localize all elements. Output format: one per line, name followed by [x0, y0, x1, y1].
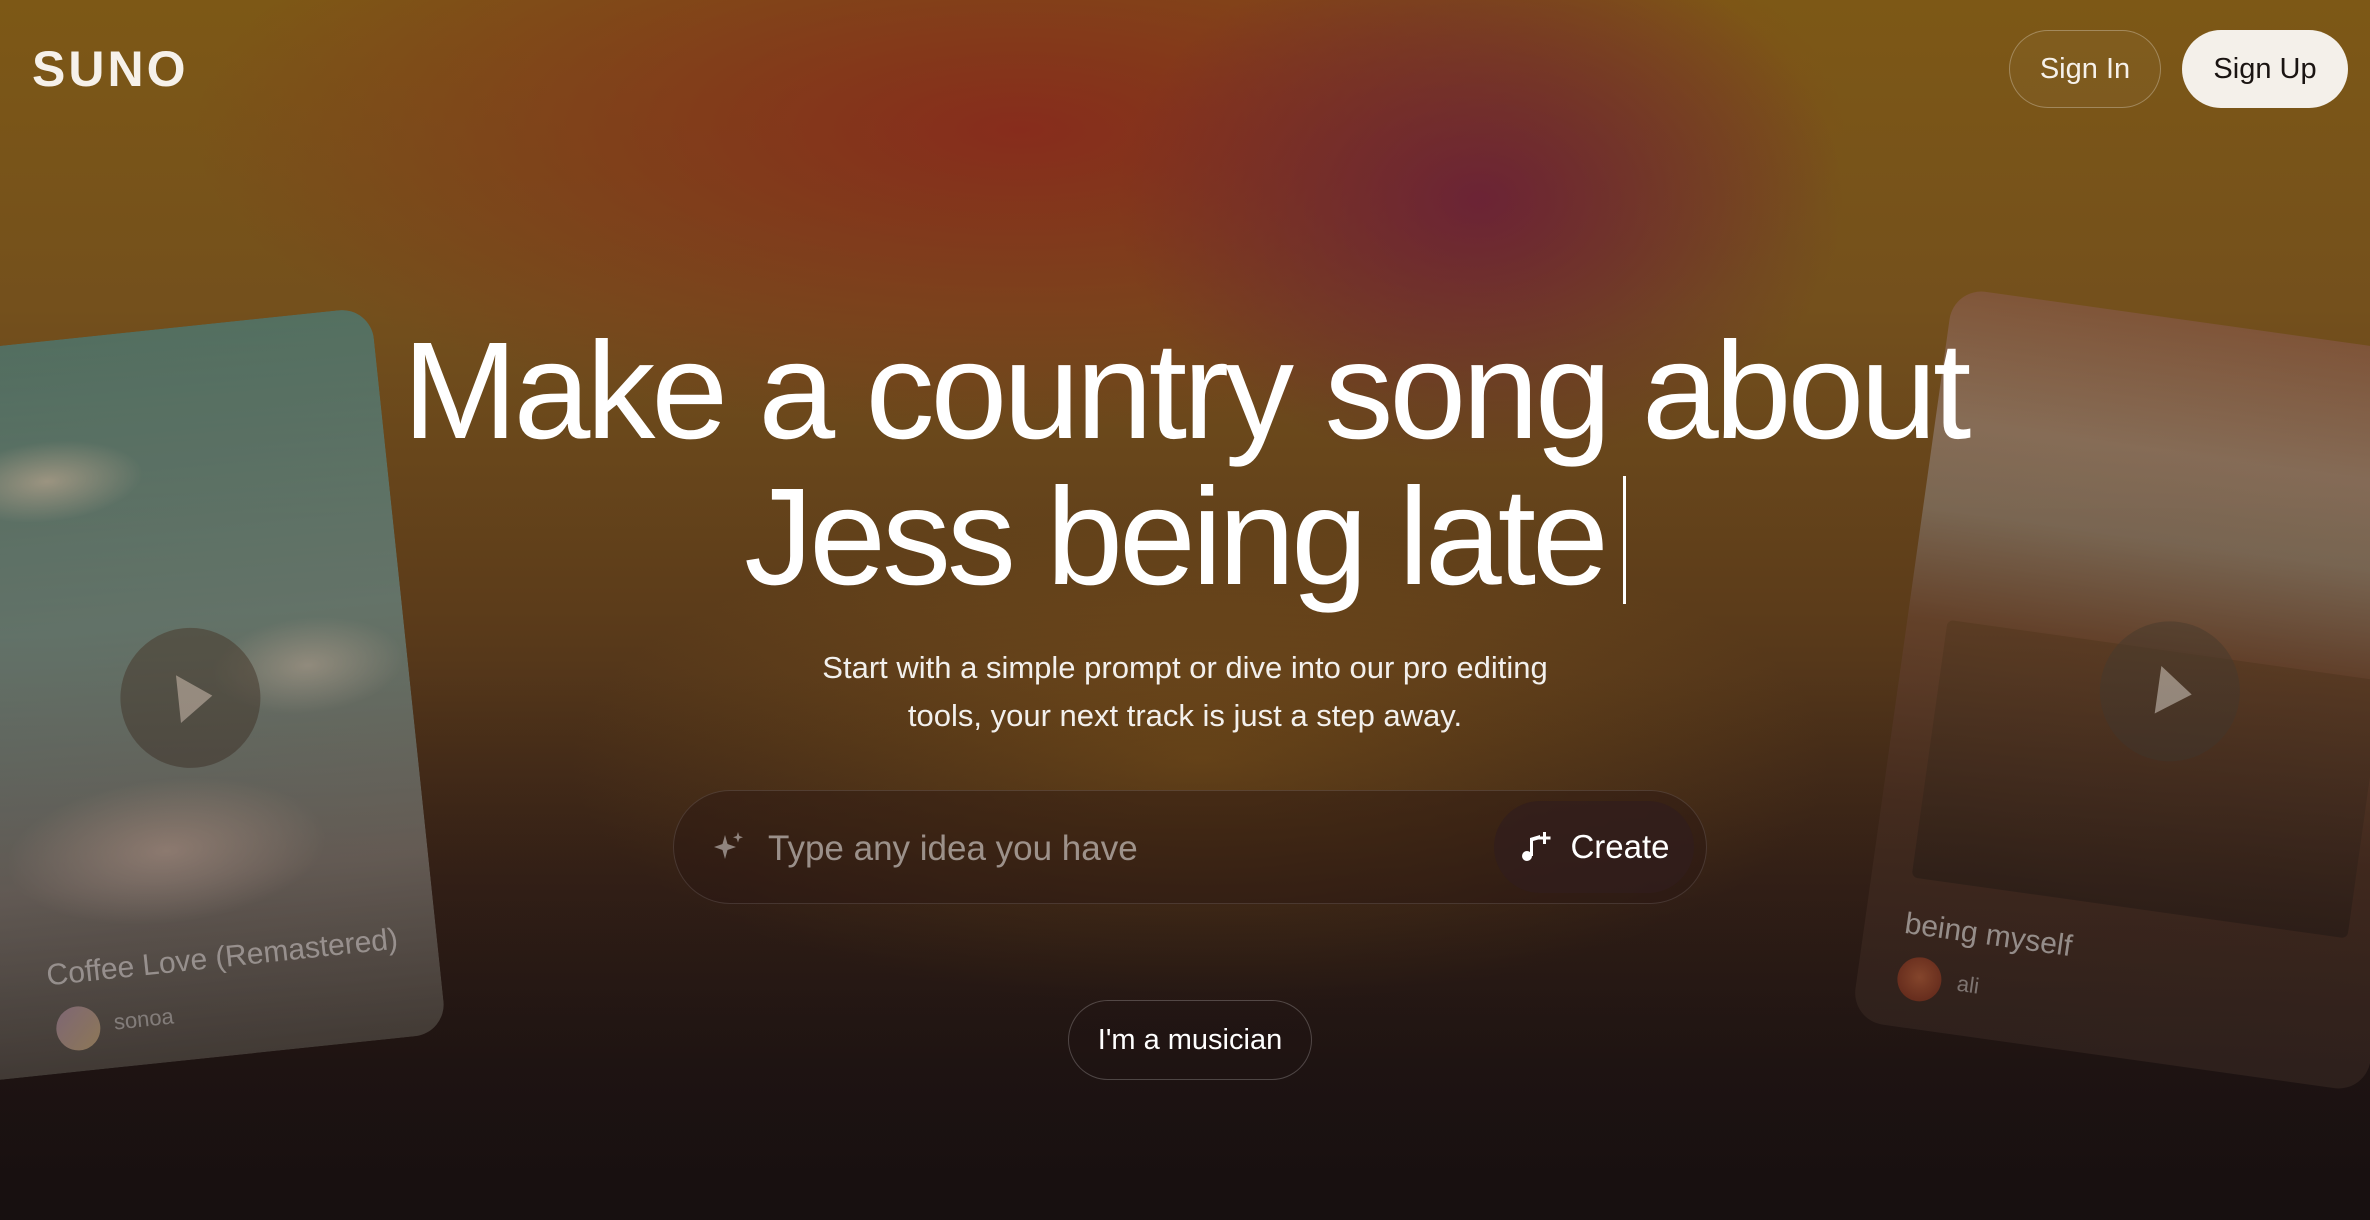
- sign-up-button[interactable]: Sign Up: [2182, 30, 2348, 108]
- headline-line-1: Make a country song about: [402, 314, 1972, 468]
- hero-headline: Make a country song about Jess being lat…: [0, 318, 2370, 610]
- song-card-title: being myself: [1902, 906, 2075, 964]
- subtext-line-1: Start with a simple prompt or dive into …: [822, 650, 1548, 685]
- landing-page: Coffee Love (Remastered) sonoa being mys…: [0, 0, 2370, 1220]
- typing-caret: [1622, 476, 1626, 604]
- sparkle-icon: [714, 832, 743, 859]
- artist-avatar: [54, 1004, 103, 1053]
- music-note-plus-icon: [1522, 832, 1551, 861]
- sign-in-button[interactable]: Sign In: [2009, 30, 2161, 108]
- subtext-line-2: tools, your next track is just a step aw…: [907, 698, 1463, 733]
- create-button[interactable]: Create: [1494, 801, 1694, 893]
- musician-button[interactable]: I'm a musician: [1068, 1000, 1312, 1080]
- suno-logo[interactable]: SUNO: [32, 44, 188, 94]
- prompt-bar: Create: [673, 790, 1707, 904]
- hero-subtext: Start with a simple prompt or dive into …: [0, 644, 2370, 740]
- song-card-artist: sonoa: [112, 1003, 175, 1035]
- song-card-artist: ali: [1955, 970, 1981, 999]
- create-button-label: Create: [1570, 828, 1670, 865]
- song-card-title: Coffee Love (Remastered): [44, 922, 400, 993]
- artist-avatar: [1894, 954, 1945, 1005]
- headline-line-2: Jess being late: [744, 460, 1609, 614]
- prompt-input[interactable]: [766, 813, 1330, 885]
